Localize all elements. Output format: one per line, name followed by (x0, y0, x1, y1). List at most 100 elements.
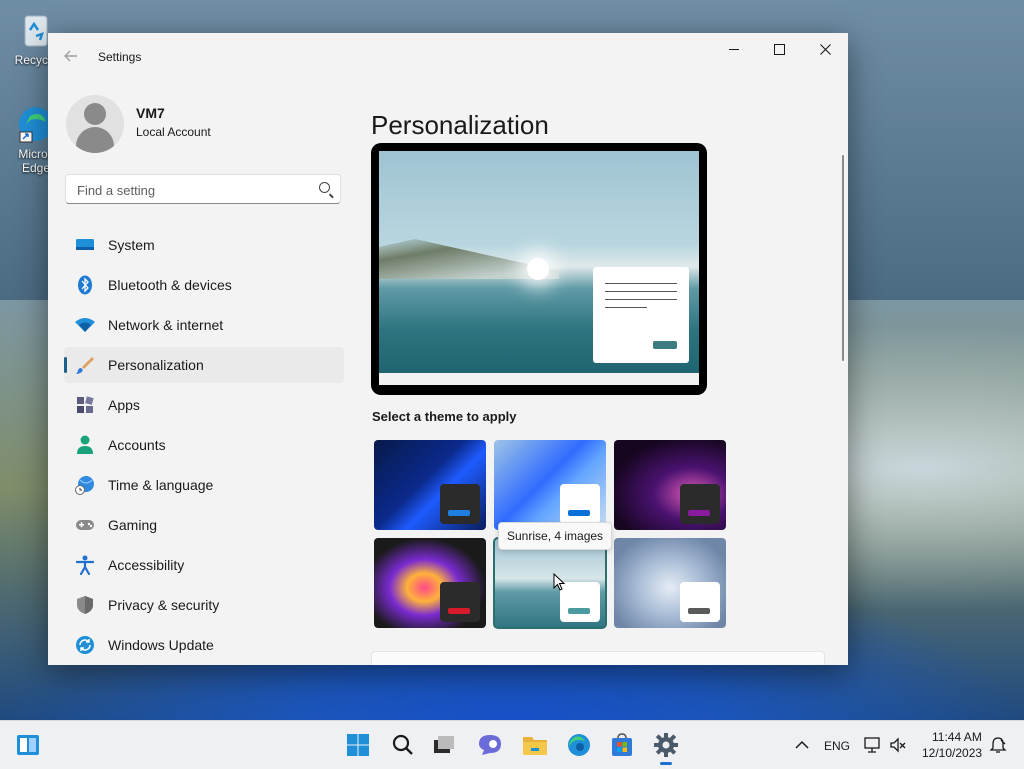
theme-accent-bar (688, 608, 710, 614)
clock-date[interactable]: 12/10/2023 (922, 746, 982, 760)
sidebar-item-time-language[interactable]: Time & language (64, 467, 344, 503)
widgets-icon (17, 735, 39, 755)
settings-button[interactable] (650, 729, 682, 765)
sidebar-item-network-internet[interactable]: Network & internet (64, 307, 344, 343)
sidebar-nav: System Bluetooth & devices Network & int… (64, 227, 344, 665)
network-tray-button[interactable] (858, 729, 886, 761)
sidebar-item-apps[interactable]: Apps (64, 387, 344, 423)
file-explorer-button[interactable] (519, 729, 551, 761)
shield-icon (75, 595, 95, 615)
show-hidden-icons-button[interactable] (786, 729, 818, 761)
theme-windows-light[interactable] (494, 440, 606, 530)
theme-accent-bar (448, 510, 470, 516)
avatar (66, 95, 124, 153)
preview-accent-button (653, 341, 677, 349)
close-button[interactable] (802, 33, 848, 65)
sidebar-item-windows-update[interactable]: Windows Update (64, 627, 344, 663)
sidebar-item-label: Windows Update (108, 637, 214, 653)
wifi-icon (75, 315, 95, 335)
sidebar-item-label: Gaming (108, 517, 158, 533)
preview-text-line (605, 307, 647, 308)
person-icon (75, 435, 95, 455)
preview-window-card (593, 267, 689, 363)
preview-text-line (605, 283, 677, 284)
theme-sunrise[interactable] (493, 537, 607, 629)
theme-window-preview (560, 484, 600, 524)
window-title: Settings (98, 50, 142, 64)
task-view-button[interactable] (428, 729, 460, 761)
chevron-up-icon (795, 740, 809, 749)
chat-icon (479, 735, 501, 755)
monitor-icon (75, 235, 95, 255)
theme-window-preview (440, 484, 480, 524)
minimize-icon (729, 49, 739, 50)
maximize-button[interactable] (756, 33, 802, 65)
sidebar-item-label: Network & internet (108, 317, 224, 333)
sidebar-item-accessibility[interactable]: Accessibility (64, 547, 344, 583)
edge-button[interactable] (563, 729, 595, 761)
theme-flow[interactable] (614, 538, 726, 628)
task-view-icon (434, 736, 454, 753)
chat-button[interactable] (474, 729, 506, 761)
theme-section-label: Select a theme to apply (372, 409, 517, 424)
arrow-left-icon (64, 50, 77, 62)
volume-tray-button[interactable] (884, 729, 912, 761)
clock-time[interactable]: 11:44 AM (932, 730, 982, 744)
accessibility-icon (75, 555, 95, 575)
notifications-button[interactable] (984, 729, 1012, 761)
start-button[interactable] (342, 729, 374, 761)
sidebar-item-label: System (108, 237, 155, 253)
speaker-muted-icon (890, 737, 906, 753)
store-button[interactable] (606, 729, 638, 761)
search-input[interactable] (75, 180, 309, 200)
settings-card[interactable] (371, 651, 825, 665)
store-icon (612, 733, 632, 756)
sidebar-item-privacy-security[interactable]: Privacy & security (64, 587, 344, 623)
preview-text-line (605, 291, 677, 292)
minimize-button[interactable] (711, 33, 757, 65)
sidebar-item-personalization[interactable]: Personalization (64, 347, 344, 383)
windows-logo-icon (347, 734, 369, 756)
close-icon (819, 43, 831, 55)
maximize-icon (773, 43, 785, 55)
widgets-button[interactable] (12, 729, 44, 761)
search-icon[interactable] (319, 182, 330, 193)
sidebar-item-gaming[interactable]: Gaming (64, 507, 344, 543)
notification-bell-icon (989, 737, 1007, 753)
sidebar-item-accounts[interactable]: Accounts (64, 427, 344, 463)
network-ethernet-icon (864, 737, 880, 753)
back-button[interactable] (64, 49, 80, 65)
sidebar-item-label: Personalization (108, 357, 204, 373)
theme-window-preview (560, 582, 600, 622)
sidebar-item-system[interactable]: System (64, 227, 344, 263)
theme-glow[interactable] (614, 440, 726, 530)
preview-sun-shape (527, 258, 549, 280)
paintbrush-icon (75, 355, 95, 375)
folder-icon (523, 737, 547, 755)
theme-captured-motion[interactable] (374, 538, 486, 628)
preview-wallpaper (379, 151, 699, 373)
gamepad-icon (75, 515, 95, 535)
theme-windows-dark[interactable] (374, 440, 486, 530)
gear-icon (654, 733, 678, 757)
search-button[interactable] (387, 729, 419, 761)
globe-clock-icon (75, 475, 95, 495)
bluetooth-icon (75, 275, 95, 295)
settings-window: Settings VM7 Local Account System (48, 33, 848, 665)
title-bar[interactable]: Settings (48, 33, 848, 81)
search-box[interactable] (65, 174, 341, 204)
sidebar-item-label: Apps (108, 397, 140, 413)
theme-accent-bar (688, 510, 710, 516)
input-language-indicator[interactable]: ENG (824, 739, 850, 753)
sidebar-item-label: Privacy & security (108, 597, 220, 613)
theme-accent-bar (568, 608, 590, 614)
preview-text-line (605, 299, 677, 300)
page-title: Personalization (371, 110, 549, 141)
taskbar: ENG 11:44 AM 12/10/2023 (0, 720, 1024, 769)
scrollbar[interactable] (842, 155, 844, 361)
sidebar-item-label: Bluetooth & devices (108, 277, 232, 293)
edge-icon (568, 734, 590, 756)
sidebar-item-bluetooth-devices[interactable]: Bluetooth & devices (64, 267, 344, 303)
avatar-head-shape (84, 103, 106, 125)
preview-taskbar (379, 373, 699, 385)
